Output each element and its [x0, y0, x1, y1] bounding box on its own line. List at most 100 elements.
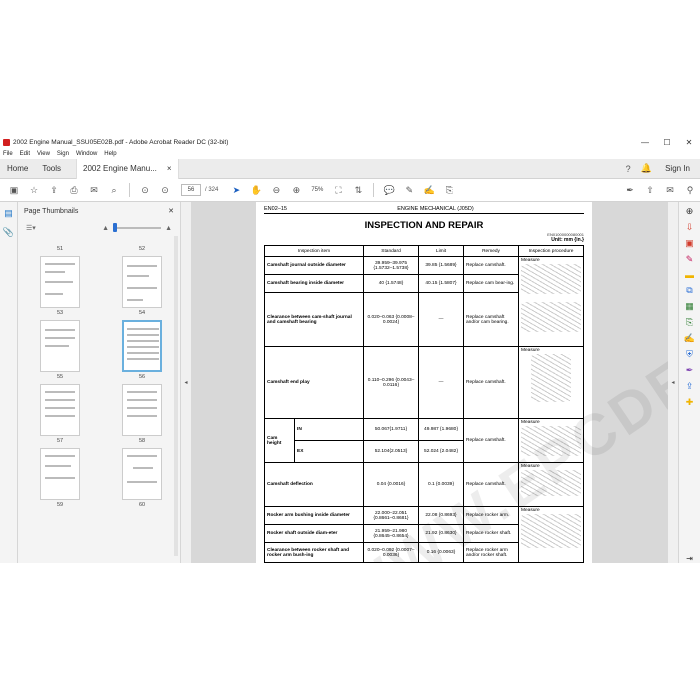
more-tools-icon[interactable]: ✚ [686, 397, 694, 408]
zoom-in-icon[interactable]: ⊕ [286, 185, 306, 196]
select-tool-icon[interactable]: ➤ [226, 185, 246, 196]
cell-item: Camshaft deflection [264, 462, 364, 507]
stamp-icon[interactable]: ⎘ [439, 185, 459, 196]
thumbnail-scrollbar[interactable] [174, 236, 178, 556]
menu-window[interactable]: Window [76, 151, 97, 157]
page-number-label: 58 [138, 438, 146, 444]
pdf-app-icon [3, 138, 10, 146]
close-panel-icon[interactable]: ✕ [168, 207, 174, 215]
procedure-label: Measure [521, 348, 540, 353]
attachments-icon[interactable]: 📎 [3, 227, 14, 238]
menu-file[interactable]: File [3, 151, 13, 157]
page-thumbnail[interactable] [40, 256, 80, 308]
cell-limit: 52.024 {2.0482} [418, 440, 464, 463]
next-page-icon[interactable]: ⊙ [155, 185, 175, 196]
options-menu-icon[interactable]: ☰▾ [26, 224, 36, 232]
close-window-button[interactable]: ✕ [678, 138, 700, 147]
thumbnail-row: 55 56 [36, 320, 166, 380]
cell-remedy: Replace camshaft. [463, 346, 519, 419]
menu-view[interactable]: View [37, 151, 50, 157]
collapse-left-pane-icon[interactable]: ◂ [181, 202, 191, 563]
sign-in-button[interactable]: Sign In [655, 164, 700, 173]
link-icon[interactable]: ⚲ [680, 185, 700, 196]
end-play-illustration [531, 354, 571, 402]
search-icon[interactable]: ⌕ [104, 185, 124, 196]
print-icon[interactable]: ⎙ [64, 185, 84, 196]
comment-icon[interactable]: 💬 [379, 185, 399, 196]
organize-pages-icon[interactable]: ▦ [685, 301, 694, 312]
maximize-button[interactable]: ☐ [656, 138, 678, 147]
highlight-icon[interactable]: ✍ [419, 185, 439, 196]
protect-icon[interactable]: ⛨ [686, 349, 693, 360]
create-pdf-icon[interactable]: ▣ [685, 238, 694, 249]
send-sign-icon[interactable]: ✒ [686, 365, 694, 376]
scroll-mode-icon[interactable]: ⇅ [348, 185, 368, 196]
cell-procedure: Measure [518, 256, 584, 347]
page-thumbnail[interactable] [40, 320, 80, 372]
close-tab-icon[interactable]: × [167, 159, 172, 179]
expand-tools-icon[interactable]: ⇥ [686, 554, 693, 563]
page-thumbnail[interactable] [40, 448, 80, 500]
share-icon[interactable]: ⇧ [640, 185, 660, 196]
tab-home[interactable]: Home [0, 159, 35, 179]
page-number-label: 56 [138, 374, 146, 380]
collapse-right-pane-icon[interactable]: ◂ [668, 202, 678, 563]
cell-item: Camshaft bearing inside diameter [264, 274, 364, 293]
section-title: ENGINE MECHANICAL (J05D) [397, 206, 474, 212]
mail-icon[interactable]: ✉ [84, 185, 104, 196]
fill-sign-icon[interactable]: ✍ [684, 333, 695, 344]
previous-page-icon[interactable]: ⊙ [135, 185, 155, 196]
tab-tools[interactable]: Tools [35, 159, 68, 179]
pdf-page: EN02–15 ENGINE MECHANICAL (J05D) INSPECT… [256, 202, 668, 563]
menu-bar: File Edit View Sign Window Help [0, 149, 700, 159]
upload-icon[interactable]: ⇪ [44, 185, 64, 196]
cell-remedy: Replace camshaft. [463, 256, 519, 275]
thumbnail-panel: Page Thumbnails ✕ ☰▾ ▲ ▲ 51 52 53 54 55 … [18, 202, 181, 563]
document-view[interactable]: EN02–15 ENGINE MECHANICAL (J05D) INSPECT… [191, 202, 668, 563]
cell-standard: 40 {1.5748} [363, 274, 419, 293]
page-thumbnail-selected[interactable] [122, 320, 162, 372]
page-thumbnail[interactable] [40, 384, 80, 436]
sign-icon[interactable]: ✒ [620, 185, 640, 196]
page-total: / 324 [205, 187, 219, 193]
page-thumbnail[interactable] [122, 384, 162, 436]
page-number-label: 60 [138, 502, 146, 508]
minimize-button[interactable]: — [634, 138, 656, 147]
cell-item: Camshaft end play [264, 346, 364, 419]
message-icon[interactable]: ✉ [660, 185, 680, 196]
bell-icon[interactable]: 🔔 [637, 163, 655, 174]
zoom-out-icon[interactable]: ⊖ [266, 185, 286, 196]
menu-sign[interactable]: Sign [57, 151, 69, 157]
export-pdf-icon[interactable]: ⇩ [686, 222, 694, 233]
comment-tool-icon[interactable]: ▬ [685, 270, 694, 280]
pen-icon[interactable]: ✎ [399, 185, 419, 196]
page-number-label: 59 [56, 502, 64, 508]
large-thumbnail-icon[interactable]: ▲ [165, 225, 172, 232]
tab-document[interactable]: 2002 Engine Manu... × [76, 158, 179, 179]
thumbnail-grid: 51 52 53 54 55 56 57 58 59 60 [36, 236, 166, 512]
star-icon[interactable]: ☆ [24, 185, 44, 196]
page-number-input[interactable]: 56 [181, 184, 201, 196]
cell-item: Rocker arm bushing inside diameter [264, 506, 364, 525]
export-icon[interactable]: ⇪ [686, 381, 694, 392]
page-number-label: 53 [56, 310, 64, 316]
page-code: EN02–15 [264, 206, 287, 212]
save-icon[interactable]: ▣ [4, 185, 24, 196]
cell-item: Cam height [264, 418, 295, 463]
tab-document-label: 2002 Engine Manu... [83, 163, 157, 173]
page-thumbnail[interactable] [122, 448, 162, 500]
combine-files-icon[interactable]: ⧉ [686, 285, 692, 296]
menu-help[interactable]: Help [104, 151, 116, 157]
hand-tool-icon[interactable]: ✋ [246, 185, 266, 196]
edit-pdf-icon[interactable]: ✎ [686, 254, 694, 265]
page-thumbnails-icon[interactable]: ▤ [4, 208, 13, 219]
scan-ocr-icon[interactable]: ⎘ [686, 317, 693, 328]
page-thumbnail[interactable] [122, 256, 162, 308]
fit-page-icon[interactable]: ⛶ [328, 185, 348, 196]
zoom-select[interactable]: 75% [306, 187, 328, 193]
menu-edit[interactable]: Edit [20, 151, 30, 157]
table-row: Camshaft end play 0.110–0.296 {0.0043–0.… [264, 346, 584, 419]
cell-item: Camshaft journal outside diameter [264, 256, 364, 275]
zoom-tool-icon[interactable]: ⊕ [686, 206, 694, 217]
help-icon[interactable]: ? [619, 164, 637, 174]
